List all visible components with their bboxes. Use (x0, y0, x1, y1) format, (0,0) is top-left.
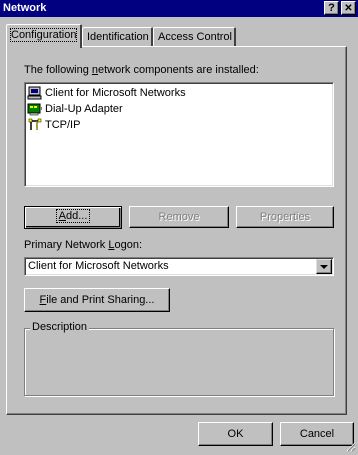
cancel-button-label: Cancel (299, 428, 335, 440)
help-button[interactable]: ? (324, 1, 339, 15)
list-item[interactable]: TCP/IP (27, 117, 80, 133)
protocol-icon (27, 118, 43, 132)
properties-button-label: Properties (259, 211, 311, 223)
tab-access-control[interactable]: Access Control (153, 27, 236, 46)
dropdown-button[interactable] (316, 259, 332, 274)
ok-button[interactable]: OK (198, 422, 273, 446)
add-button-label: Add... (55, 209, 91, 223)
add-button[interactable]: Add... (24, 206, 122, 229)
remove-button[interactable]: Remove (129, 206, 229, 228)
components-list[interactable]: Client for Microsoft Networks Dial-Up Ad… (24, 82, 334, 187)
close-button[interactable]: ✕ (341, 1, 356, 15)
list-item[interactable]: Client for Microsoft Networks (27, 85, 186, 101)
primary-logon-select[interactable]: Client for Microsoft Networks (24, 257, 334, 276)
window-title: Network (3, 2, 47, 14)
installed-components-label: The following network components are ins… (24, 64, 259, 76)
file-print-sharing-label: File and Print Sharing... (39, 294, 155, 306)
resize-grip-icon[interactable] (344, 440, 356, 452)
network-adapter-icon (27, 102, 43, 116)
file-print-sharing-button[interactable]: File and Print Sharing... (24, 288, 170, 312)
help-icon: ? (328, 2, 335, 14)
tab-label: Access Control (158, 31, 232, 43)
tab-label: Configuration (9, 28, 78, 42)
close-icon: ✕ (344, 3, 353, 14)
chevron-down-icon (320, 265, 328, 269)
tab-label: Identification (87, 31, 149, 43)
properties-button[interactable]: Properties (236, 206, 334, 228)
description-group (24, 328, 334, 396)
title-bar: Network ? ✕ (0, 0, 358, 17)
primary-logon-value: Client for Microsoft Networks (28, 260, 169, 272)
network-client-icon (27, 86, 43, 100)
list-item[interactable]: Dial-Up Adapter (27, 101, 123, 117)
primary-logon-label: Primary Network Logon: (24, 239, 142, 251)
cancel-button[interactable]: Cancel (280, 422, 354, 446)
description-label: Description (30, 321, 90, 333)
tab-identification[interactable]: Identification (82, 27, 153, 46)
ok-button-label: OK (227, 428, 244, 440)
remove-button-label: Remove (158, 211, 200, 223)
tab-configuration[interactable]: Configuration (6, 24, 82, 48)
